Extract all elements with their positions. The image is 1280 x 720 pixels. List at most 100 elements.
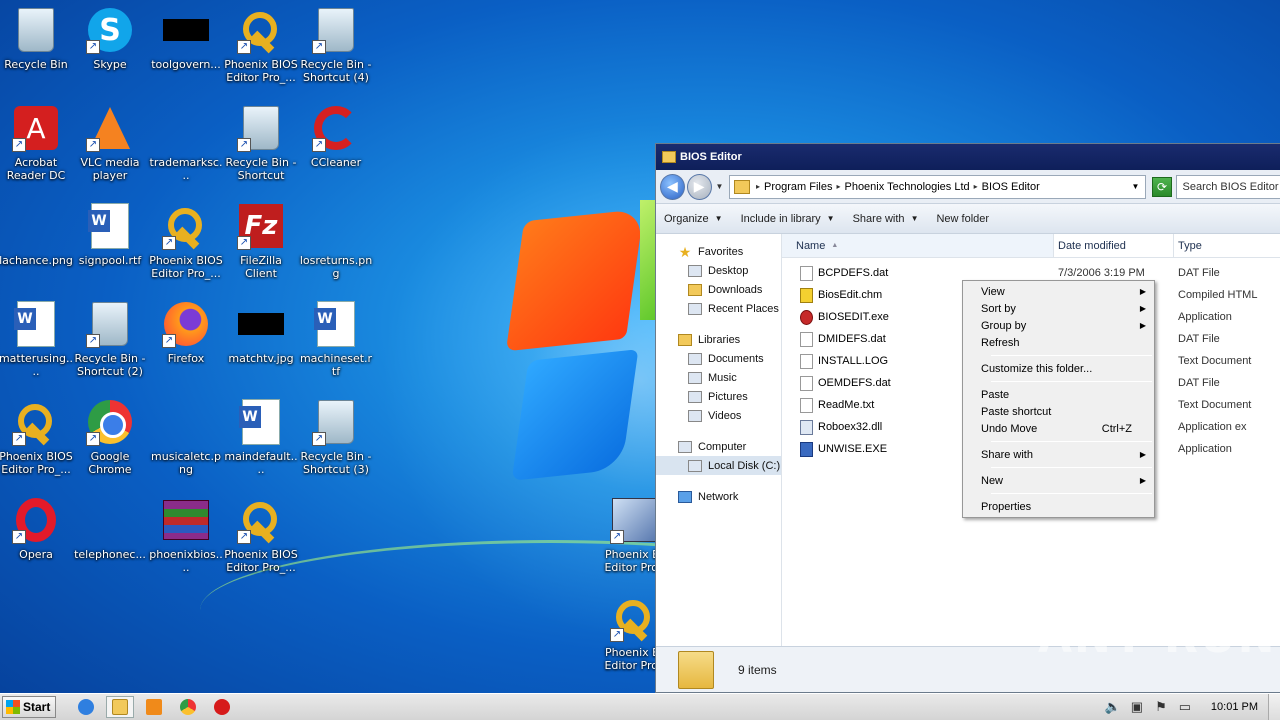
nav-local-disk[interactable]: Local Disk (C:) <box>656 456 781 475</box>
downloads-icon <box>688 283 702 296</box>
menu-item-group-by[interactable]: Group by ▶ <box>963 317 1154 334</box>
volume-icon[interactable]: 🔈 <box>1105 699 1121 715</box>
desktop-icon-0[interactable]: Recycle Bin <box>0 0 74 96</box>
desktop-icon-28[interactable]: ↗ Phoenix BIOS Editor Pro_... <box>223 490 299 586</box>
desktop-icon-25[interactable]: ↗ Opera <box>0 490 74 586</box>
menu-item-properties[interactable]: Properties <box>963 498 1154 515</box>
nav-documents[interactable]: Documents <box>656 349 781 368</box>
shortcut-arrow-icon: ↗ <box>162 334 176 348</box>
nav-downloads[interactable]: Downloads <box>656 280 781 299</box>
menu-item-customize[interactable]: Customize this folder... <box>963 360 1154 377</box>
desktop-icon-17[interactable]: ↗ Firefox <box>148 294 224 390</box>
anyrun-watermark: ANY RUN <box>1038 612 1277 663</box>
shortcut-arrow-icon: ↗ <box>162 236 176 250</box>
desktop-icon-22[interactable]: musicaletc.png <box>148 392 224 488</box>
desktop-icon-19[interactable]: machineset.rtf <box>298 294 374 390</box>
desktop-icon-10[interactable]: lachance.png <box>0 196 74 292</box>
back-button[interactable]: ◀ <box>660 173 685 200</box>
column-type[interactable]: Type <box>1174 234 1280 257</box>
show-desktop-button[interactable] <box>1268 693 1280 720</box>
breadcrumb-separator-icon[interactable]: ▸ <box>836 182 840 191</box>
taskbar-media-player[interactable] <box>140 696 168 718</box>
nav-pictures[interactable]: Pictures <box>656 387 781 406</box>
desktop-icon-label: Recycle Bin - Shortcut (3) <box>300 450 372 476</box>
nav-favorites[interactable]: ★ Favorites <box>656 242 781 261</box>
desktop-icon-5[interactable]: A ↗ Acrobat Reader DC <box>0 98 74 194</box>
desktop-icon-23[interactable]: maindefault.... <box>223 392 299 488</box>
desktop-icon-16[interactable]: ↗ Recycle Bin - Shortcut (2) <box>72 294 148 390</box>
desktop-icon-1[interactable]: S ↗ Skype <box>72 0 148 96</box>
clock[interactable]: 10:01 PM <box>1211 701 1258 713</box>
desktop-icon-21[interactable]: ↗ Google Chrome <box>72 392 148 488</box>
nav-music[interactable]: Music <box>656 368 781 387</box>
desktop-icon-4[interactable]: ↗ Recycle Bin - Shortcut (4) <box>298 0 374 96</box>
menu-item-sort-by[interactable]: Sort by ▶ <box>963 300 1154 317</box>
desktop-icon-3[interactable]: ↗ Phoenix BIOS Editor Pro_... <box>223 0 299 96</box>
taskbar-chrome[interactable] <box>174 696 202 718</box>
breadcrumb-separator-icon[interactable]: ▸ <box>756 182 760 191</box>
breadcrumb-separator-icon[interactable]: ▸ <box>974 182 978 191</box>
column-label: Type <box>1178 239 1202 252</box>
menu-item-view[interactable]: View ▶ <box>963 283 1154 300</box>
pictures-icon <box>688 390 702 403</box>
desktop-icon-9[interactable]: ↗ CCleaner <box>298 98 374 194</box>
desktop-icon-6[interactable]: ↗ VLC media player <box>72 98 148 194</box>
breadcrumb-bios-editor[interactable]: BIOS Editor <box>982 181 1040 193</box>
network-tray-icon[interactable]: ▣ <box>1129 699 1145 715</box>
desktop-icon-image <box>86 496 134 544</box>
desktop-icon-26[interactable]: telephonec... <box>72 490 148 586</box>
menu-label: Group by <box>981 319 1027 332</box>
desktop-icon-15[interactable]: matterusing.... <box>0 294 74 390</box>
word-document-icon <box>14 301 55 347</box>
desktop-icon-13[interactable]: Fz ↗ FileZilla Client <box>223 196 299 292</box>
context-menu: View ▶ Sort by ▶ Group by ▶ Refresh Customi… <box>962 280 1155 518</box>
window-titlebar[interactable]: BIOS Editor <box>656 144 1280 170</box>
taskbar-opera[interactable] <box>208 696 236 718</box>
nav-libraries[interactable]: Libraries <box>656 330 781 349</box>
taskbar-explorer[interactable] <box>106 696 134 718</box>
new-folder-button[interactable]: New folder <box>936 213 989 225</box>
nav-recent-places[interactable]: Recent Places <box>656 299 781 318</box>
nav-videos[interactable]: Videos <box>656 406 781 425</box>
nav-desktop[interactable]: Desktop <box>656 261 781 280</box>
menu-item-refresh[interactable]: Refresh <box>963 334 1154 351</box>
desktop-icon-12[interactable]: ↗ Phoenix BIOS Editor Pro_... <box>148 196 224 292</box>
desktop-icon-11[interactable]: signpool.rtf <box>72 196 148 292</box>
column-name[interactable]: Name ▲ <box>782 234 1054 257</box>
menu-item-undo-move[interactable]: Undo Move Ctrl+Z <box>963 420 1154 437</box>
search-input[interactable]: Search BIOS Editor <box>1175 174 1280 199</box>
desktop-icon-8[interactable]: ↗ Recycle Bin - Shortcut <box>223 98 299 194</box>
share-with-button[interactable]: Share with ▼ <box>853 213 919 225</box>
menu-item-paste[interactable]: Paste <box>963 386 1154 403</box>
recent-pages-dropdown[interactable]: ▼ <box>716 182 725 191</box>
column-date-modified[interactable]: Date modified <box>1054 234 1174 257</box>
file-type: Text Document <box>1178 355 1252 367</box>
breadcrumb-program-files[interactable]: Program Files <box>764 181 832 193</box>
menu-item-new[interactable]: New ▶ <box>963 472 1154 489</box>
address-bar[interactable]: ▸ Program Files ▸ Phoenix Technologies L… <box>728 174 1147 199</box>
forward-button[interactable]: ▶ <box>686 173 712 200</box>
desktop-icon-20[interactable]: ↗ Phoenix BIOS Editor Pro_... <box>0 392 74 488</box>
explorer-icon <box>112 699 128 715</box>
desktop-icon-27[interactable]: phoenixbios.... <box>148 490 224 586</box>
nav-network[interactable]: Network <box>656 487 781 506</box>
include-in-library-button[interactable]: Include in library ▼ <box>741 213 835 225</box>
desktop-icon-image <box>12 300 60 348</box>
desktop-icon-24[interactable]: ↗ Recycle Bin - Shortcut (3) <box>298 392 374 488</box>
display-icon[interactable]: ▭ <box>1177 699 1193 715</box>
nav-computer[interactable]: Computer <box>656 437 781 456</box>
refresh-button[interactable]: ⟳ <box>1152 176 1172 197</box>
start-button[interactable]: Start <box>2 696 56 718</box>
desktop-icon-18[interactable]: matchtv.jpg <box>223 294 299 390</box>
organize-button[interactable]: Organize ▼ <box>664 213 723 225</box>
taskbar-internet-explorer[interactable] <box>72 696 100 718</box>
breadcrumb-phoenix[interactable]: Phoenix Technologies Ltd <box>844 181 969 193</box>
desktop-icon-14[interactable]: losreturns.png <box>298 196 374 292</box>
menu-item-paste-shortcut[interactable]: Paste shortcut <box>963 403 1154 420</box>
menu-item-share-with[interactable]: Share with ▶ <box>963 446 1154 463</box>
action-center-flag-icon[interactable]: ⚑ <box>1153 699 1169 715</box>
desktop-icon-7[interactable]: trademarksc... <box>148 98 224 194</box>
desktop-icon-2[interactable]: toolgovern... <box>148 0 224 96</box>
address-dropdown-icon[interactable]: ▼ <box>1132 182 1140 191</box>
nav-label: Computer <box>698 440 747 453</box>
